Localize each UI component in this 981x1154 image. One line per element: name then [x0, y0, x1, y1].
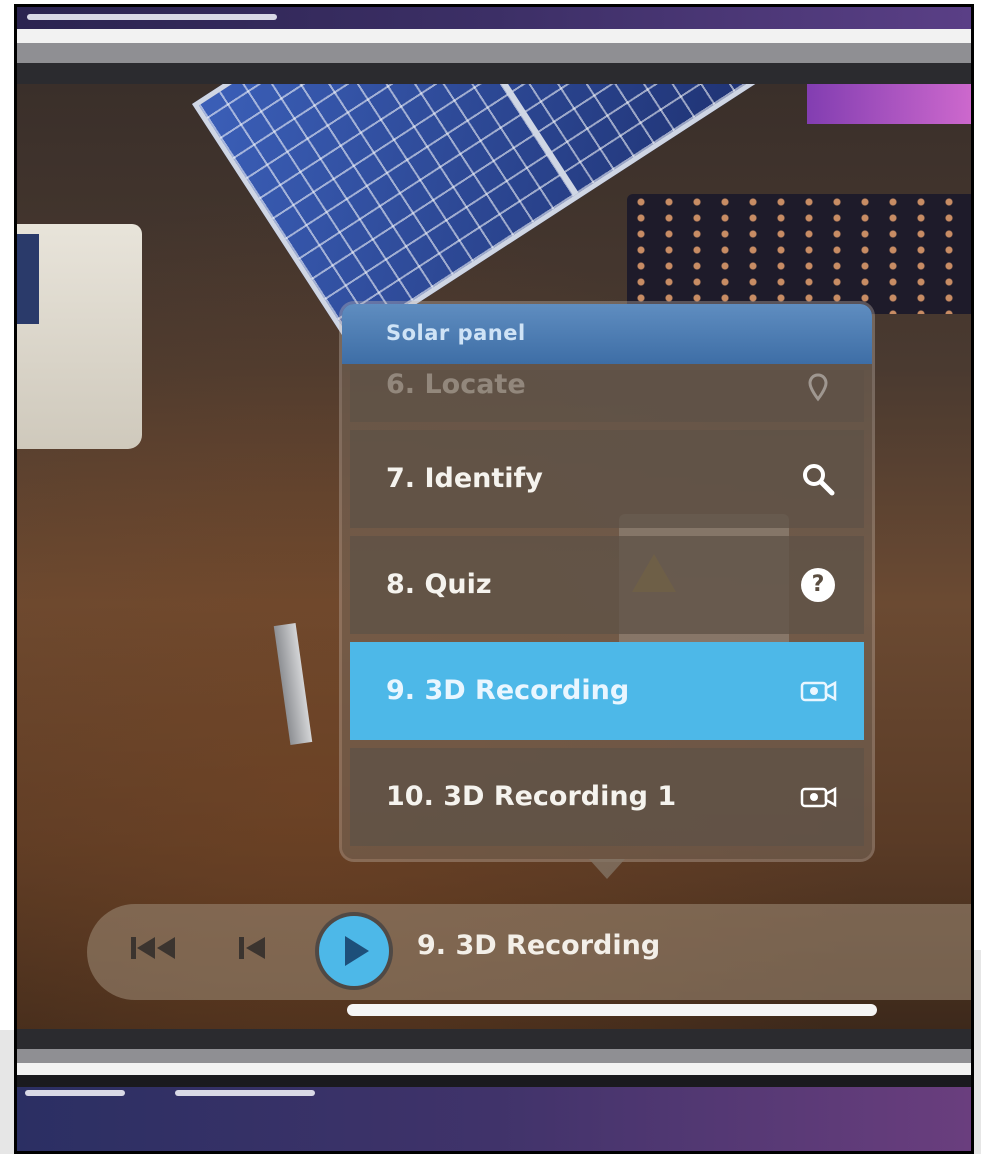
search-icon: [798, 459, 838, 499]
progress-pill: [175, 1090, 315, 1096]
divider: [17, 1063, 971, 1075]
previous-screen-strip: [17, 7, 971, 29]
menu-item-label: 6. Locate: [386, 370, 526, 400]
menu-item-3d-recording-1[interactable]: 10. 3D Recording 1: [350, 748, 864, 846]
solar-panel-mount: [273, 623, 313, 745]
panel-divider: [421, 84, 579, 196]
menu-item-3d-recording[interactable]: 9. 3D Recording: [350, 642, 864, 740]
playback-bar: 9. 3D Recording: [87, 904, 971, 1000]
question-icon: ?: [798, 565, 838, 605]
background-monitor: [807, 84, 971, 124]
progress-pill: [27, 14, 277, 20]
left-margin: [0, 1030, 14, 1154]
3d-camera-icon: [798, 671, 838, 711]
menu-item-identify[interactable]: 7. Identify: [350, 430, 864, 528]
skip-to-start-button[interactable]: [131, 934, 177, 969]
progress-pill: [25, 1090, 125, 1096]
divider: [17, 63, 971, 84]
divider: [17, 1029, 971, 1049]
3d-camera-icon: [798, 777, 838, 817]
menu-item-label: 10. 3D Recording 1: [386, 781, 677, 812]
menu-title: Solar panel: [342, 304, 872, 364]
current-track-title: 9. 3D Recording: [417, 930, 661, 961]
background-keyboard: [627, 194, 971, 314]
menu-item-quiz[interactable]: 8. Quiz ?: [350, 536, 864, 634]
play-icon: [345, 936, 369, 966]
device-frame: Solar panel 6. Locate 7. Identify 8. Qui…: [14, 4, 974, 1154]
previous-button[interactable]: [239, 934, 267, 969]
play-button[interactable]: [319, 916, 389, 986]
menu-item-label: 8. Quiz: [386, 569, 492, 600]
step-menu: Solar panel 6. Locate 7. Identify 8. Qui…: [342, 304, 872, 859]
ar-camera-view: Solar panel 6. Locate 7. Identify 8. Qui…: [17, 84, 971, 1029]
divider: [17, 29, 971, 43]
divider: [17, 1075, 971, 1087]
menu-item-label: 7. Identify: [386, 463, 543, 494]
next-screen-strip: [17, 1087, 971, 1151]
divider: [17, 43, 971, 63]
background-laptop-screen: [17, 234, 39, 324]
menu-item-label: 9. 3D Recording: [386, 675, 630, 706]
menu-item-locate[interactable]: 6. Locate: [350, 370, 864, 422]
menu-pointer: [589, 859, 625, 879]
location-pin-icon: [798, 370, 838, 408]
divider: [17, 1049, 971, 1063]
home-indicator[interactable]: [347, 1004, 877, 1016]
